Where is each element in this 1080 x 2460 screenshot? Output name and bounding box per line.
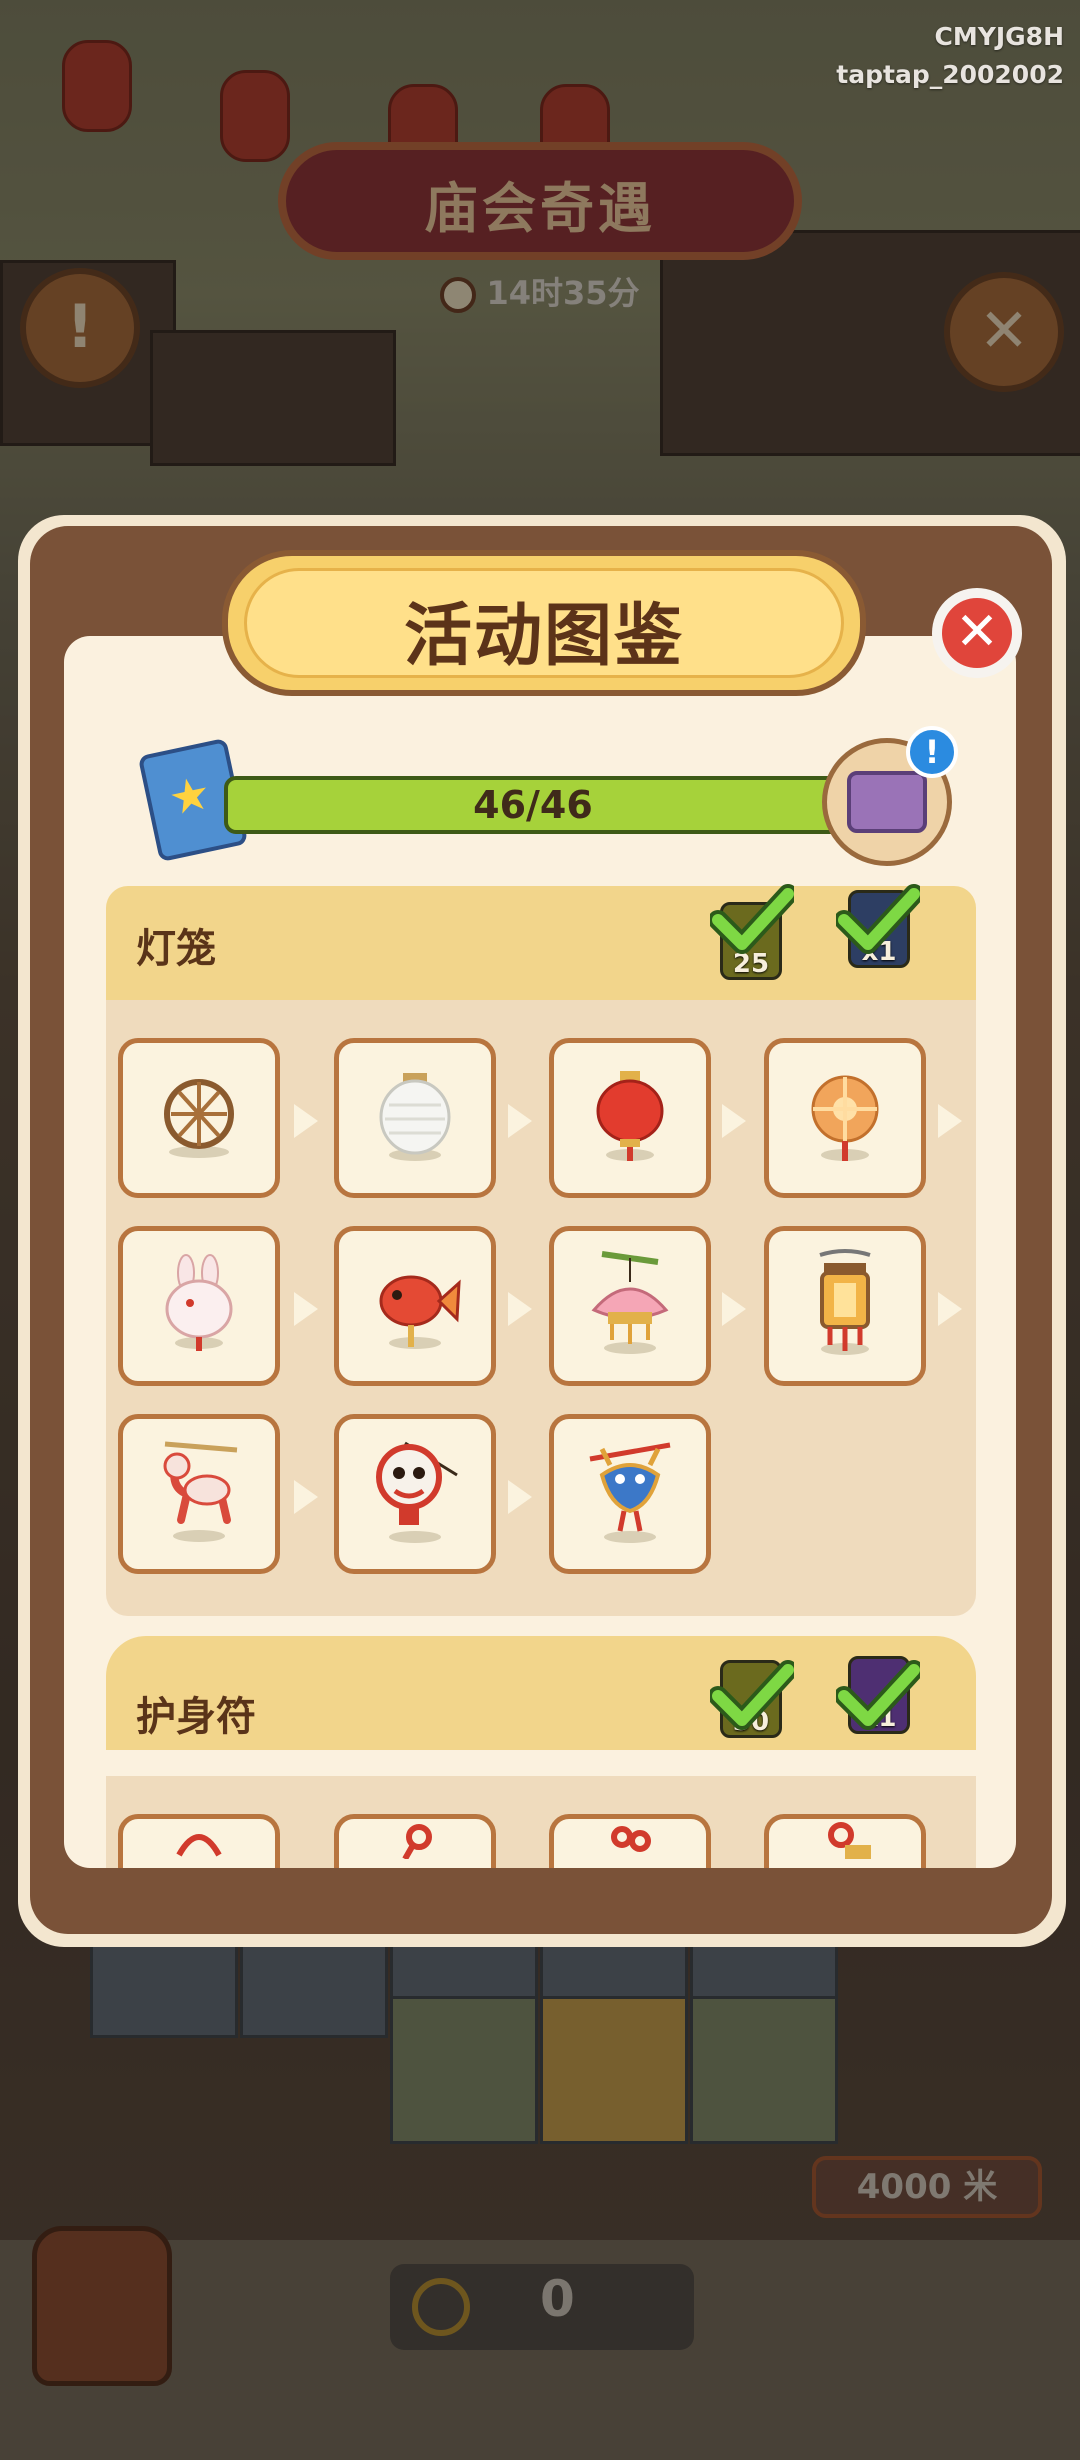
lotus-lantern-icon — [591, 1251, 669, 1354]
gold-knot-charm-icon — [828, 1822, 871, 1859]
collection-item[interactable] — [764, 1038, 926, 1198]
collection-item[interactable] — [549, 1226, 711, 1386]
collection-item[interactable] — [118, 1038, 280, 1198]
red-lantern-icon — [596, 1071, 664, 1161]
chevron-right-icon — [294, 1292, 318, 1326]
red-knot-charm-icon — [176, 1834, 222, 1857]
checkmark-icon — [836, 1660, 920, 1730]
collection-item[interactable] — [334, 1038, 496, 1198]
chevron-right-icon — [938, 1104, 962, 1138]
chevron-right-icon — [294, 1480, 318, 1514]
checkmark-icon — [710, 884, 794, 954]
red-knot-charm-icon — [402, 1824, 432, 1859]
collection-item[interactable] — [549, 1414, 711, 1574]
collection-item[interactable] — [334, 1414, 496, 1574]
collection-item[interactable] — [118, 1414, 280, 1574]
chevron-right-icon — [722, 1292, 746, 1326]
checkmark-icon — [710, 1660, 794, 1730]
treasure-chest-icon — [847, 771, 927, 833]
collection-item[interactable] — [118, 1226, 280, 1386]
section-title: 灯笼 — [136, 926, 216, 972]
red-knot-charm-icon — [611, 1826, 651, 1852]
chevron-right-icon — [508, 1480, 532, 1514]
chevron-right-icon — [508, 1292, 532, 1326]
section-title: 护身符 — [136, 1694, 256, 1740]
collection-item[interactable] — [334, 1226, 496, 1386]
white-paper-lantern-icon — [379, 1073, 451, 1161]
collection-item[interactable] — [334, 1814, 496, 1868]
close-icon: ✕ — [942, 598, 1012, 668]
watermark-code: CMYJG8H — [934, 22, 1064, 51]
progress-text: 46/46 — [473, 783, 593, 827]
modal-title: 活动图鉴 — [403, 597, 684, 676]
chevron-right-icon — [294, 1104, 318, 1138]
chevron-right-icon — [722, 1104, 746, 1138]
horse-lantern-icon — [163, 1441, 238, 1542]
orange-flower-ball-icon — [811, 1075, 879, 1161]
watermark-user: taptap_2002002 — [836, 60, 1064, 89]
collection-item[interactable] — [764, 1814, 926, 1868]
fish-lantern-icon — [379, 1275, 461, 1349]
bamboo-lantern-frame-icon — [164, 1079, 234, 1158]
collection-item[interactable] — [549, 1038, 711, 1198]
palace-lantern-icon — [819, 1249, 871, 1355]
close-button[interactable]: ✕ — [932, 588, 1022, 678]
lion-dance-lantern-icon — [376, 1441, 458, 1543]
checkmark-icon — [836, 884, 920, 954]
alert-badge: ! — [906, 726, 958, 778]
chevron-right-icon — [508, 1104, 532, 1138]
rabbit-lantern-icon — [165, 1254, 233, 1351]
collection-item[interactable] — [118, 1814, 280, 1868]
chevron-right-icon — [938, 1292, 962, 1326]
collection-item[interactable] — [764, 1226, 926, 1386]
watermark: CMYJG8H taptap_2002002 — [836, 18, 1064, 94]
dragon-lantern-icon — [589, 1442, 671, 1543]
collection-item[interactable] — [549, 1814, 711, 1868]
amulet-items-clip — [64, 1776, 1016, 1868]
